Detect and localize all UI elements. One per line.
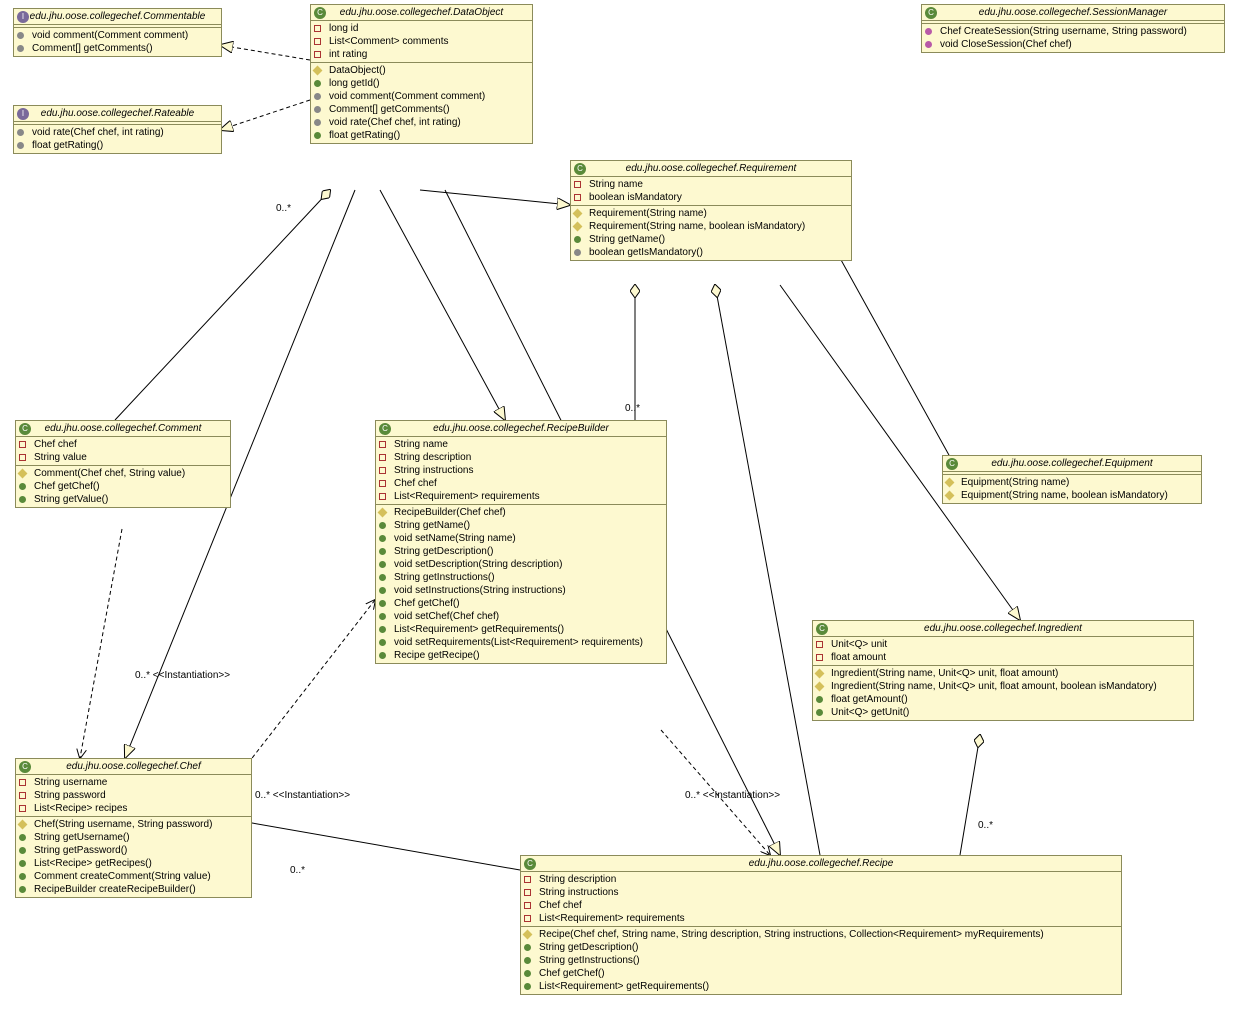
multiplicity-label: 0..*: [276, 203, 291, 214]
class-icon: C: [925, 7, 937, 19]
multiplicity-label: 0..* <<Instantiation>>: [255, 790, 350, 801]
class-equipment: Cedu.jhu.oose.collegechef.Equipment Equi…: [942, 455, 1202, 504]
interface-icon: I: [17, 11, 29, 23]
multiplicity-label: 0..*: [978, 820, 993, 831]
class-icon: C: [314, 7, 326, 19]
class-icon: C: [946, 458, 958, 470]
class-ingredient: Cedu.jhu.oose.collegechef.Ingredient Uni…: [812, 620, 1194, 721]
class-dataobject: Cedu.jhu.oose.collegechef.DataObject lon…: [310, 4, 533, 144]
class-icon: C: [574, 163, 586, 175]
class-icon: C: [379, 423, 391, 435]
class-chef: Cedu.jhu.oose.collegechef.Chef String us…: [15, 758, 252, 898]
class-icon: C: [816, 623, 828, 635]
class-icon: C: [19, 761, 31, 773]
multiplicity-label: 0..*: [290, 865, 305, 876]
multiplicity-label: 0..*: [625, 403, 640, 414]
class-rateable: Iedu.jhu.oose.collegechef.Rateable void …: [13, 105, 222, 154]
multiplicity-label: 0..* <<Instantiation>>: [685, 790, 780, 801]
class-icon: C: [19, 423, 31, 435]
class-recipe: Cedu.jhu.oose.collegechef.Recipe String …: [520, 855, 1122, 995]
class-sessionmanager: Cedu.jhu.oose.collegechef.SessionManager…: [921, 4, 1225, 53]
multiplicity-label: 0..* <<Instantiation>>: [135, 670, 230, 681]
class-icon: C: [524, 858, 536, 870]
class-commentable: Iedu.jhu.oose.collegechef.Commentable vo…: [13, 8, 222, 57]
class-requirement: Cedu.jhu.oose.collegechef.Requirement St…: [570, 160, 852, 261]
class-recipebuilder: Cedu.jhu.oose.collegechef.RecipeBuilder …: [375, 420, 667, 664]
interface-icon: I: [17, 108, 29, 120]
class-comment: Cedu.jhu.oose.collegechef.Comment Chef c…: [15, 420, 231, 508]
